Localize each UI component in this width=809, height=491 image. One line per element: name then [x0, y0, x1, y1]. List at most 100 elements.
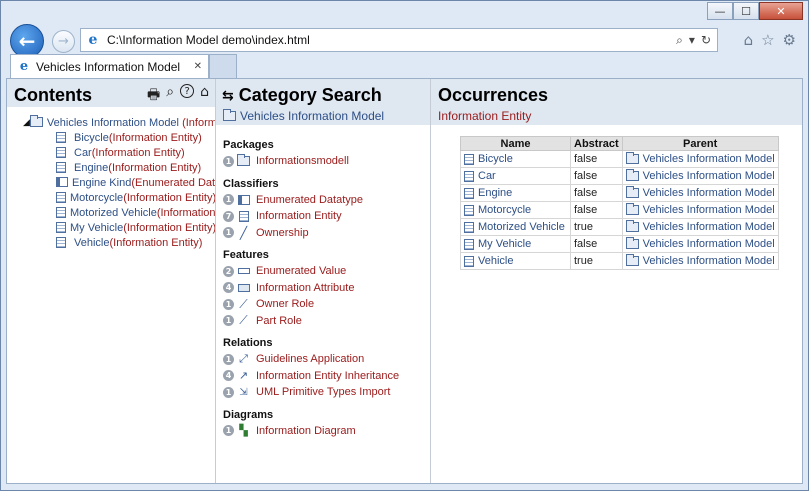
- cell-parent[interactable]: Vehicles Information Model: [621, 150, 779, 168]
- cell-name[interactable]: Motorized Vehicle: [460, 218, 571, 236]
- entity-link[interactable]: Vehicle: [478, 255, 513, 267]
- address-url[interactable]: C:\Information Model demo\index.html: [107, 33, 676, 47]
- tree-item-type: Information Model: [185, 116, 215, 129]
- category-item-label[interactable]: Guidelines Application: [256, 353, 364, 365]
- cell-name[interactable]: Car: [460, 167, 571, 185]
- entity-icon: [56, 237, 70, 248]
- cell-parent[interactable]: Vehicles Information Model: [621, 201, 779, 219]
- enum-icon: [237, 194, 250, 205]
- category-item[interactable]: 1 ⟋ Owner Role: [223, 296, 430, 313]
- cell-name[interactable]: My Vehicle: [460, 235, 571, 253]
- forward-button[interactable]: →: [52, 30, 75, 53]
- category-item[interactable]: 1 ▚ Information Diagram: [223, 423, 430, 440]
- category-item-label[interactable]: Information Entity: [256, 210, 342, 222]
- home-icon[interactable]: ⌂: [200, 84, 209, 108]
- tab-vehicles-information-model[interactable]: e Vehicles Information Model ✕: [10, 54, 209, 78]
- category-item-label[interactable]: Ownership: [256, 227, 309, 239]
- entity-link[interactable]: Car: [478, 170, 496, 182]
- tree-item-motorized-vehicle[interactable]: Motorized Vehicle (Information Entity): [23, 205, 215, 220]
- category-item-label[interactable]: UML Primitive Types Import: [256, 386, 390, 398]
- refresh-icon[interactable]: ↻: [701, 33, 711, 48]
- close-tab-icon[interactable]: ✕: [194, 61, 202, 72]
- category-item-label[interactable]: Part Role: [256, 315, 302, 327]
- tree-item-car[interactable]: Car (Information Entity): [23, 145, 215, 160]
- category-item[interactable]: 2 Enumerated Value: [223, 263, 430, 280]
- help-icon[interactable]: ?: [180, 83, 195, 98]
- cell-name[interactable]: Engine: [460, 184, 571, 202]
- tree-item-bicycle[interactable]: Bicycle (Information Entity): [23, 130, 215, 145]
- category-item[interactable]: 1 Enumerated Datatype: [223, 192, 430, 209]
- entity-icon: [56, 132, 70, 143]
- tree-item-motorcycle[interactable]: Motorcycle (Information Entity): [23, 190, 215, 205]
- entity-link[interactable]: Motorcycle: [478, 204, 531, 216]
- category-item[interactable]: 1 Informationsmodell: [223, 153, 430, 170]
- category-item[interactable]: 1 ╱ Ownership: [223, 225, 430, 242]
- cell-parent[interactable]: Vehicles Information Model: [621, 252, 779, 270]
- entity-link[interactable]: Bicycle: [478, 153, 513, 165]
- count-badge: 4: [223, 282, 234, 294]
- new-tab-button[interactable]: [209, 54, 237, 78]
- print-icon[interactable]: 🖶: [147, 84, 160, 108]
- category-item-label[interactable]: Enumerated Value: [256, 265, 346, 277]
- tree-item-name: Engine: [74, 161, 109, 174]
- tree-item-vehicle[interactable]: Vehicle (Information Entity): [23, 235, 215, 250]
- cell-parent[interactable]: Vehicles Information Model: [621, 218, 779, 236]
- category-item[interactable]: 1 ⤢ Guidelines Application: [223, 351, 430, 368]
- favorites-star-icon[interactable]: ☆: [761, 31, 774, 49]
- home-icon[interactable]: ⌂: [744, 31, 754, 49]
- parent-link[interactable]: Vehicles Information Model: [643, 221, 775, 233]
- category-item-label[interactable]: Information Attribute: [256, 282, 354, 294]
- category-item[interactable]: 1 ⟋ Part Role: [223, 313, 430, 330]
- category-item[interactable]: 4 Information Attribute: [223, 280, 430, 297]
- category-item[interactable]: 4 ↗ Information Entity Inheritance: [223, 368, 430, 385]
- occurrences-pane: Occurrences Information Entity Name Abst…: [431, 79, 802, 483]
- parent-link[interactable]: Vehicles Information Model: [643, 153, 775, 165]
- parent-link[interactable]: Vehicles Information Model: [643, 238, 775, 250]
- tree-item-engine-kind[interactable]: Engine Kind (Enumerated Datatype): [23, 175, 215, 190]
- column-header-abstract[interactable]: Abstract: [570, 136, 623, 151]
- category-item[interactable]: 1 ⇲ UML Primitive Types Import: [223, 384, 430, 401]
- category-item-label[interactable]: Information Entity Inheritance: [256, 370, 399, 382]
- entity-icon: [464, 187, 474, 199]
- swap-icon[interactable]: ⇆: [222, 88, 234, 104]
- category-subtitle[interactable]: Vehicles Information Model: [216, 107, 430, 125]
- tree-root-item[interactable]: ◢ Vehicles Information Model (Informatio…: [23, 115, 215, 130]
- column-header-name[interactable]: Name: [460, 136, 571, 151]
- cell-parent[interactable]: Vehicles Information Model: [621, 167, 779, 185]
- expand-toggle-icon[interactable]: ◢: [23, 118, 30, 128]
- search-icon[interactable]: ⌕: [166, 84, 174, 108]
- parent-link[interactable]: Vehicles Information Model: [643, 204, 775, 216]
- close-window-button[interactable]: ✕: [759, 2, 803, 20]
- entity-link[interactable]: Motorized Vehicle: [478, 221, 565, 233]
- cell-name[interactable]: Bicycle: [460, 150, 571, 168]
- address-bar[interactable]: e C:\Information Model demo\index.html ⌕…: [80, 28, 718, 52]
- tree-item-type: Information Entity: [160, 206, 216, 219]
- cell-name[interactable]: Motorcycle: [460, 201, 571, 219]
- entity-link[interactable]: Engine: [478, 187, 512, 199]
- column-header-parent[interactable]: Parent: [621, 136, 779, 151]
- parent-link[interactable]: Vehicles Information Model: [643, 170, 775, 182]
- cell-parent[interactable]: Vehicles Information Model: [621, 235, 779, 253]
- category-item-label[interactable]: Owner Role: [256, 298, 314, 310]
- category-item-label[interactable]: Informationsmodell: [256, 155, 349, 167]
- tree-item-type: Information Entity: [95, 146, 181, 159]
- search-icon[interactable]: ⌕: [676, 33, 683, 48]
- chevron-down-icon[interactable]: ▾: [689, 33, 695, 48]
- settings-gear-icon[interactable]: ⚙: [783, 31, 796, 49]
- entity-link[interactable]: My Vehicle: [478, 238, 531, 250]
- toolbar-icons: ⌂ ☆ ⚙: [744, 31, 796, 49]
- category-item-label[interactable]: Information Diagram: [256, 425, 356, 437]
- tree-item-engine[interactable]: Engine (Information Entity): [23, 160, 215, 175]
- minimize-button[interactable]: —: [707, 2, 733, 20]
- occurrences-header: Occurrences Information Entity: [431, 79, 802, 125]
- tree-item-my-vehicle[interactable]: My Vehicle (Information Entity): [23, 220, 215, 235]
- cell-parent[interactable]: Vehicles Information Model: [621, 184, 779, 202]
- cell-name[interactable]: Vehicle: [460, 252, 571, 270]
- back-button[interactable]: ←: [10, 24, 44, 58]
- table-row: Bicycle false Vehicles Information Model: [460, 150, 779, 168]
- category-item[interactable]: 7 Information Entity: [223, 208, 430, 225]
- parent-link[interactable]: Vehicles Information Model: [643, 255, 775, 267]
- parent-link[interactable]: Vehicles Information Model: [643, 187, 775, 199]
- category-item-label[interactable]: Enumerated Datatype: [256, 194, 363, 206]
- maximize-button[interactable]: ☐: [733, 2, 759, 20]
